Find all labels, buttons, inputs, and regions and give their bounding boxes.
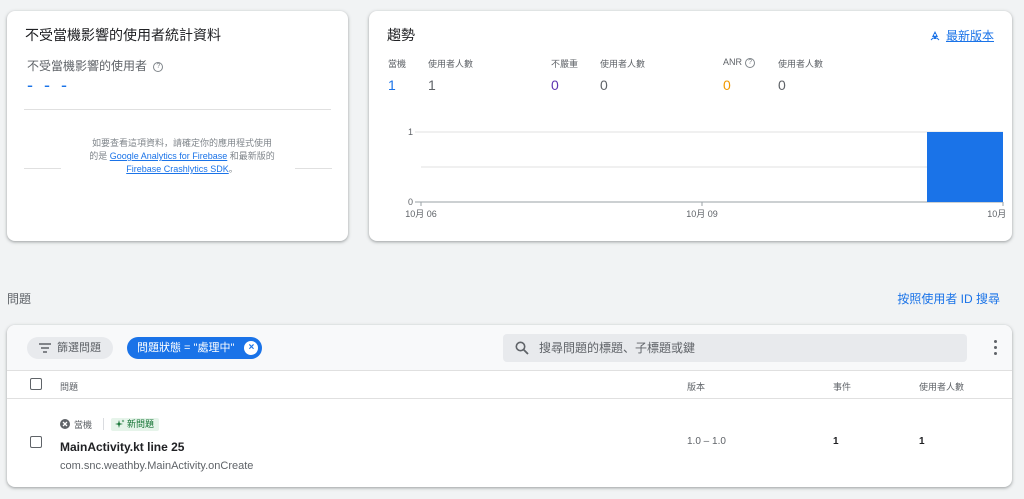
crash-free-users-label-text: 不受當機影響的使用者 bbox=[27, 59, 148, 73]
search-icon bbox=[515, 341, 529, 355]
help-icon[interactable]: ? bbox=[153, 61, 164, 72]
crash-type-tag: 當機 bbox=[60, 418, 92, 431]
filter-icon bbox=[39, 343, 51, 353]
trends-card: 趨勢 最新版本 當機 使用者人數 不嚴重 使用者人數 ANR? 使用者人數 1 … bbox=[369, 11, 1012, 241]
row-checkbox[interactable] bbox=[30, 436, 42, 448]
rocket-icon bbox=[930, 31, 940, 41]
stat-crashes-value: 1 bbox=[388, 77, 396, 93]
message-text: 和最新版的 bbox=[227, 151, 275, 161]
crashlytics-sdk-link[interactable]: Firebase Crashlytics SDK bbox=[126, 164, 229, 174]
stat-anr-users-label: 使用者人數 bbox=[778, 59, 824, 69]
chart-bar bbox=[927, 132, 1003, 202]
issues-table-card: 篩選問題 問題狀態 = "處理中" × 問題 版本 事件 使用者人數 當機 新問… bbox=[7, 325, 1012, 487]
stat-anr-value: 0 bbox=[723, 77, 731, 93]
y-tick-label: 0 bbox=[408, 197, 413, 207]
trends-card-title: 趨勢 bbox=[387, 27, 415, 43]
column-header-issue[interactable]: 問題 bbox=[60, 380, 78, 393]
column-header-events[interactable]: 事件 bbox=[833, 380, 851, 393]
stat-anr-label: ANR? bbox=[723, 57, 756, 68]
crash-icon bbox=[60, 419, 70, 429]
x-tick-label: 10月 06 bbox=[405, 209, 437, 219]
issue-search-box[interactable] bbox=[503, 334, 967, 362]
table-row[interactable]: 當機 新問題 MainActivity.kt line 25 com.snc.w… bbox=[7, 400, 1012, 487]
filter-issues-button[interactable]: 篩選問題 bbox=[27, 337, 113, 359]
stat-nonfatal-label: 不嚴重 bbox=[551, 59, 579, 69]
search-by-user-id-link[interactable]: 按照使用者 ID 搜尋 bbox=[897, 290, 1000, 307]
stat-anr-users-value: 0 bbox=[778, 77, 786, 93]
close-icon[interactable]: × bbox=[244, 341, 259, 355]
stat-nonfatal-users-value: 0 bbox=[600, 77, 608, 93]
crash-free-card-title: 不受當機影響的使用者統計資料 bbox=[25, 27, 221, 43]
divider bbox=[24, 109, 331, 110]
crash-type-label: 當機 bbox=[74, 420, 93, 430]
issue-title[interactable]: MainActivity.kt line 25 bbox=[60, 440, 184, 454]
issue-search-input[interactable] bbox=[539, 334, 959, 362]
x-tick-label: 10月 12 bbox=[987, 209, 1005, 219]
y-tick-label: 1 bbox=[408, 127, 413, 137]
crash-free-users-card: 不受當機影響的使用者統計資料 不受當機影響的使用者 ? - - - 如要查看這項… bbox=[7, 11, 348, 241]
issue-events: 1 bbox=[833, 436, 839, 447]
select-all-checkbox[interactable] bbox=[30, 378, 42, 390]
stat-crash-users-value: 1 bbox=[428, 77, 436, 93]
issues-section-title: 問題 bbox=[7, 292, 32, 306]
stat-crash-users-label: 使用者人數 bbox=[428, 59, 474, 69]
stat-anr-label-text: ANR bbox=[723, 57, 743, 67]
divider bbox=[24, 168, 61, 169]
new-issue-badge: 新問題 bbox=[111, 418, 160, 431]
message-text: 。 bbox=[228, 164, 238, 174]
more-vert-icon[interactable] bbox=[994, 340, 998, 356]
column-header-version[interactable]: 版本 bbox=[687, 380, 705, 393]
crash-free-users-label: 不受當機影響的使用者 ? bbox=[27, 57, 164, 74]
new-issue-label: 新問題 bbox=[127, 419, 155, 429]
issue-version: 1.0 – 1.0 bbox=[687, 436, 726, 447]
issue-status-filter-chip[interactable]: 問題狀態 = "處理中" × bbox=[127, 337, 263, 359]
latest-release-label: 最新版本 bbox=[945, 29, 994, 43]
divider bbox=[295, 168, 332, 169]
trend-chart: 0 1 10月 06 10月 09 10月 12 bbox=[405, 127, 1005, 219]
issue-users: 1 bbox=[919, 436, 925, 447]
stat-nonfatal-users-label: 使用者人數 bbox=[600, 59, 646, 69]
stat-nonfatal-value: 0 bbox=[551, 77, 559, 93]
column-header-users[interactable]: 使用者人數 bbox=[919, 380, 964, 393]
message-text: 如要查看這項資料，請確定你的應用程式使用 bbox=[91, 138, 272, 148]
google-analytics-link[interactable]: Google Analytics for Firebase bbox=[110, 151, 228, 161]
table-header: 問題 版本 事件 使用者人數 bbox=[7, 371, 1012, 399]
divider bbox=[103, 418, 104, 430]
issue-subtitle: com.snc.weathby.MainActivity.onCreate bbox=[60, 460, 254, 472]
help-icon[interactable]: ? bbox=[745, 57, 756, 68]
status-chip-label: 問題狀態 = "處理中" bbox=[137, 342, 235, 354]
crash-free-users-value: - - - bbox=[27, 75, 70, 95]
filter-bar: 篩選問題 問題狀態 = "處理中" × bbox=[7, 325, 1012, 371]
sparkle-icon bbox=[115, 419, 125, 428]
x-tick-label: 10月 09 bbox=[686, 209, 718, 219]
data-unavailable-message: 如要查看這項資料，請確定你的應用程式使用 的是 Google Analytics… bbox=[67, 137, 297, 176]
filter-issues-label: 篩選問題 bbox=[57, 342, 101, 354]
message-text: 的是 bbox=[89, 151, 110, 161]
latest-release-link[interactable]: 最新版本 bbox=[930, 27, 994, 44]
stat-crashes-label: 當機 bbox=[388, 59, 407, 69]
